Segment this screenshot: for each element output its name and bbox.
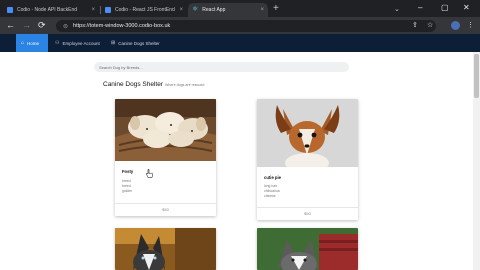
profile-avatar[interactable]: [451, 21, 460, 30]
tab-codio-backend[interactable]: Codio - Node API BackEnd ×: [3, 3, 99, 17]
dog-card[interactable]: [115, 228, 216, 270]
grid-icon: ⊞: [111, 40, 116, 46]
home-icon: ⌂: [21, 40, 25, 46]
nav-employee-account[interactable]: ⚇ Employee Account: [50, 34, 105, 52]
hand-pointer-icon: [146, 169, 153, 178]
page-title: Canine Dogs Shelter: [103, 81, 163, 88]
reload-button[interactable]: ⟳: [38, 20, 46, 30]
dog-photo: [257, 99, 358, 167]
browser-menu-icon[interactable]: ⋮: [467, 21, 474, 30]
nav-canine-shelter[interactable]: ⊞ Canine Dogs Shelter: [106, 34, 165, 52]
tab-close-icon[interactable]: ×: [179, 7, 183, 13]
dog-attribute: golden: [122, 189, 133, 193]
back-button[interactable]: ←: [6, 20, 15, 30]
dog-name: cutie pie: [264, 175, 281, 180]
search-input[interactable]: [94, 62, 349, 72]
tab-react-app[interactable]: ⚛ React App ×: [188, 3, 268, 17]
nav-employee-label: Employee Account: [62, 40, 100, 46]
address-bar[interactable]: ⊜ https://totem-window-3000.codio-box.uk: [56, 20, 436, 32]
tab-close-icon[interactable]: ×: [91, 7, 95, 13]
url-text[interactable]: https://totem-window-3000.codio-box.uk: [73, 23, 170, 29]
dog-price: $50: [257, 207, 358, 220]
maximize-button[interactable]: ▢: [441, 3, 449, 13]
tab-label: Codio - Node API BackEnd: [17, 7, 78, 13]
dog-photo: [115, 228, 216, 270]
dog-price: $50: [115, 203, 216, 216]
codio-favicon-icon: [105, 7, 111, 13]
codio-favicon-icon: [7, 7, 13, 13]
forward-button[interactable]: →: [22, 20, 31, 30]
tab-label: Codio - React JS FrontEnd: [115, 7, 175, 13]
page-subtitle: Where dogs are rescued: [165, 83, 205, 87]
tab-codio-frontend[interactable]: Codio - React JS FrontEnd ×: [101, 3, 187, 17]
scrollbar-thumb[interactable]: [474, 54, 479, 98]
nav-home[interactable]: ⌂ Home: [16, 34, 48, 52]
browser-tab-strip: Codio - Node API BackEnd × Codio - React…: [0, 0, 480, 17]
dog-attribute: breed: [122, 184, 131, 188]
nav-shelter-label: Canine Dogs Shelter: [118, 40, 160, 46]
minimize-button[interactable]: –: [418, 3, 422, 13]
close-window-button[interactable]: ✕: [463, 3, 470, 13]
dog-name: Fosty: [122, 169, 134, 174]
dog-attribute: chinese: [264, 194, 276, 198]
tab-search-icon[interactable]: ⌄: [394, 5, 400, 13]
dog-card[interactable]: cutie pie long hair chihuahua chinese $5…: [257, 99, 358, 220]
browser-toolbar: ← → ⟳ ⊜ https://totem-window-3000.codio-…: [0, 17, 480, 34]
dog-card[interactable]: [257, 228, 358, 270]
dog-attribute: breed: [122, 179, 131, 183]
dog-photo: [115, 99, 216, 161]
bookmark-star-icon[interactable]: ☆: [427, 21, 433, 30]
dog-card[interactable]: Fosty breed breed golden $50: [115, 99, 216, 216]
dog-photo: [257, 228, 358, 270]
share-icon[interactable]: ⇪: [412, 21, 418, 30]
lock-icon[interactable]: ⊜: [63, 23, 68, 30]
tab-label: React App: [202, 7, 226, 13]
dog-attribute: chihuahua: [264, 189, 280, 193]
dog-attribute: long hair: [264, 184, 278, 188]
user-icon: ⚇: [55, 40, 60, 46]
new-tab-button[interactable]: +: [273, 4, 279, 14]
nav-home-label: Home: [27, 40, 40, 46]
tab-close-icon[interactable]: ×: [260, 7, 264, 13]
app-navbar: ⌂ Home ⚇ Employee Account ⊞ Canine Dogs …: [0, 34, 480, 52]
react-atom-icon: ⚛: [192, 6, 199, 13]
